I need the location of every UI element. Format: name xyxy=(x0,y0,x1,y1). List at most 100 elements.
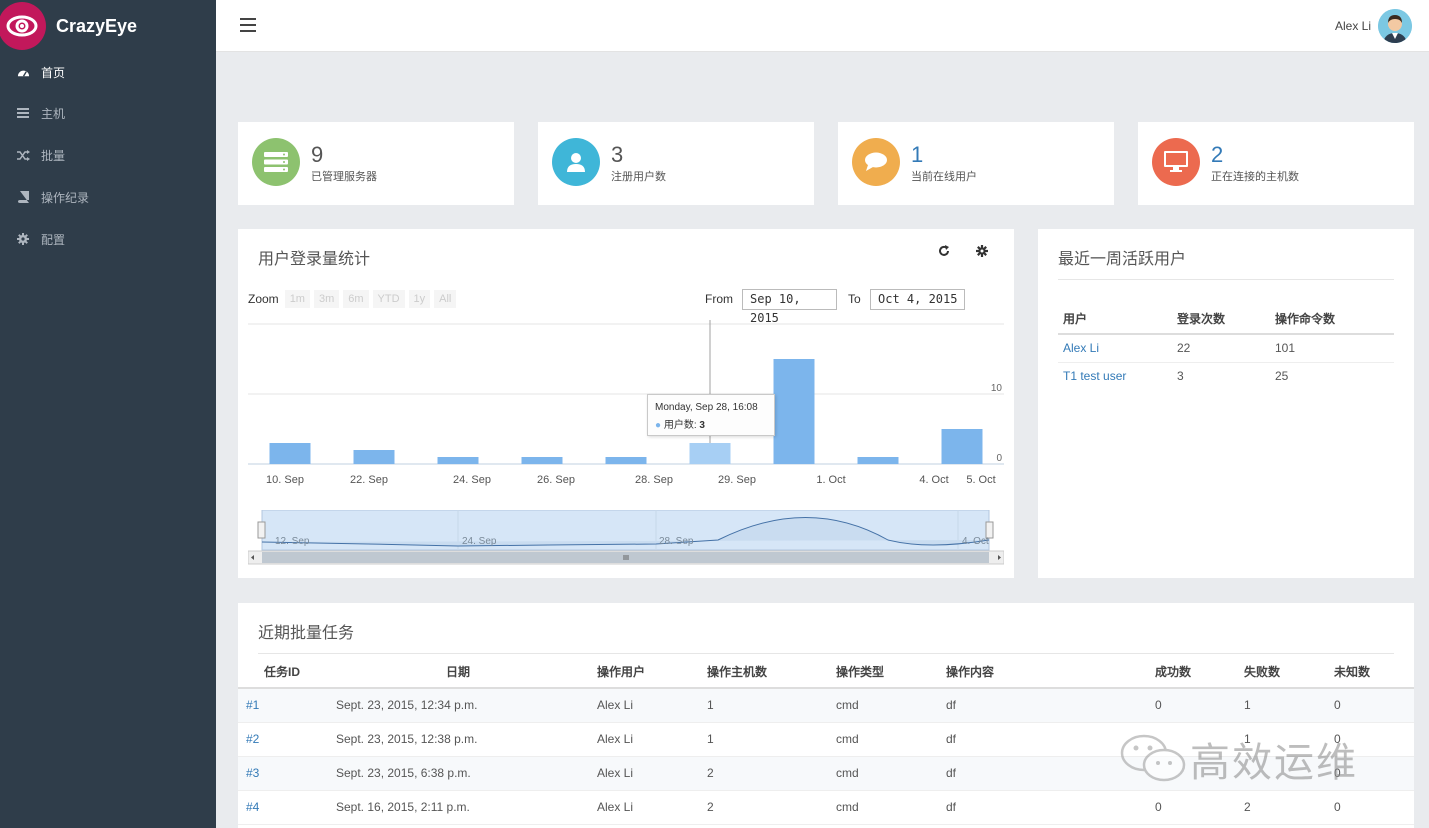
zoom-6m-button[interactable]: 6m xyxy=(343,290,369,308)
sidebar-item-records[interactable]: 操作纪录 xyxy=(0,180,216,214)
task-date: Sept. 16, 2015, 2:11 p.m. xyxy=(336,800,470,814)
login-count: 22 xyxy=(1177,341,1191,356)
x-tick-label: 28. Sep xyxy=(635,474,673,486)
monitor-icon xyxy=(1152,138,1200,186)
stat-card-servers: 9 已管理服务器 xyxy=(238,122,514,205)
stat-value: 2 xyxy=(1211,142,1224,167)
column-header[interactable]: 成功数 xyxy=(1155,655,1244,688)
column-header[interactable]: 未知数 xyxy=(1334,655,1414,688)
column-header[interactable]: 登录次数 xyxy=(1177,304,1275,334)
gear-icon xyxy=(16,232,30,246)
task-type: cmd xyxy=(836,800,859,814)
task-date: Sept. 23, 2015, 6:38 p.m. xyxy=(336,766,471,780)
login-bar-chart[interactable]: 0 10 10. Sep 22. Sep 24. Sep 26. Sep 28. Sep 29… xyxy=(248,320,1006,490)
tooltip-value: 3 xyxy=(699,420,705,431)
task-user: Alex Li xyxy=(597,766,634,780)
bar[interactable] xyxy=(941,429,983,464)
sidebar-item-home[interactable]: 首页 xyxy=(0,55,216,89)
bar[interactable] xyxy=(857,457,899,464)
stat-label: 当前在线用户 xyxy=(911,171,977,183)
settings-gear-icon[interactable] xyxy=(976,245,988,260)
task-hosts: 2 xyxy=(707,766,714,780)
bar[interactable] xyxy=(437,457,479,464)
sidebar-item-label: 配置 xyxy=(41,232,66,247)
watermark-text: 高效运维 xyxy=(1190,740,1358,786)
task-fail: 2 xyxy=(1244,800,1251,814)
task-date: Sept. 23, 2015, 12:34 p.m. xyxy=(336,698,478,713)
refresh-icon[interactable] xyxy=(938,245,950,260)
dashboard-icon xyxy=(16,65,30,79)
bar[interactable] xyxy=(605,457,647,464)
x-tick-label: 5. Oct xyxy=(966,474,995,486)
zoom-ytd-button[interactable]: YTD xyxy=(372,290,405,308)
task-id-link[interactable]: #3 xyxy=(246,766,259,780)
user-icon xyxy=(552,138,600,186)
bar[interactable] xyxy=(689,443,731,464)
sidebar-item-config[interactable]: 配置 xyxy=(0,222,216,256)
to-date-input[interactable]: Oct 4, 2015 xyxy=(870,289,965,310)
zoom-label: Zoom xyxy=(248,292,279,306)
bar[interactable] xyxy=(269,443,311,464)
column-header[interactable]: 日期 xyxy=(336,655,597,688)
task-type: cmd xyxy=(836,766,859,780)
task-success: 0 xyxy=(1155,800,1162,814)
x-tick-label: 29. Sep xyxy=(718,474,756,486)
task-type: cmd xyxy=(836,732,859,746)
column-header[interactable]: 操作内容 xyxy=(946,655,1155,688)
from-date-input[interactable]: Sep 10, 2015 xyxy=(742,289,837,325)
task-id-link[interactable]: #4 xyxy=(246,800,259,814)
avatar[interactable] xyxy=(1378,9,1412,43)
stat-value: 1 xyxy=(911,142,924,167)
column-header[interactable]: 失败数 xyxy=(1244,655,1334,688)
table-row: #1 Sept. 23, 2015, 12:34 p.m. Alex Li 1 cmd d… xyxy=(238,688,1414,722)
task-id-cell: #4 xyxy=(238,790,336,824)
task-id-link[interactable]: #1 xyxy=(246,698,259,712)
x-tick-label: 10. Sep xyxy=(266,474,304,486)
chart-tooltip: Monday, Sep 28, 16:08 ● 用户数: 3 xyxy=(647,394,775,436)
column-header[interactable]: 任务ID xyxy=(238,655,336,688)
column-header[interactable]: 操作命令数 xyxy=(1275,304,1394,334)
x-tick-label: 22. Sep xyxy=(350,474,388,486)
user-link[interactable]: Alex Li xyxy=(1063,341,1099,355)
sidebar-item-hosts[interactable]: 主机 xyxy=(0,96,216,130)
stat-card-connections: 2 正在连接的主机数 xyxy=(1138,122,1414,205)
task-hosts: 2 xyxy=(707,800,714,814)
zoom-all-button[interactable]: All xyxy=(434,290,457,308)
stat-label: 注册用户数 xyxy=(611,171,666,183)
stat-value: 9 xyxy=(311,142,324,167)
table-row: T1 test user 3 25 xyxy=(1058,362,1394,390)
y-tick-label: 10 xyxy=(991,383,1003,394)
task-user: Alex Li xyxy=(597,732,634,746)
task-id-link[interactable]: #2 xyxy=(246,732,259,746)
user-name[interactable]: Alex Li xyxy=(1335,19,1371,33)
zoom-1y-button[interactable]: 1y xyxy=(408,290,431,308)
task-fail: 1 xyxy=(1244,698,1251,713)
task-user: Alex Li xyxy=(597,800,634,814)
x-tick-label: 1. Oct xyxy=(816,474,845,486)
command-count: 101 xyxy=(1275,341,1296,356)
column-header[interactable]: 用户 xyxy=(1058,304,1177,334)
task-hosts: 1 xyxy=(707,698,714,713)
bar[interactable] xyxy=(521,457,563,464)
chat-icon xyxy=(852,138,900,186)
bar[interactable] xyxy=(773,359,815,464)
brand[interactable]: CrazyEye xyxy=(0,0,216,52)
zoom-3m-button[interactable]: 3m xyxy=(313,290,340,308)
x-tick-label: 4. Oct xyxy=(919,474,948,486)
sidebar-item-label: 操作纪录 xyxy=(41,190,90,205)
user-link[interactable]: T1 test user xyxy=(1063,369,1126,383)
column-header[interactable]: 操作用户 xyxy=(597,655,707,688)
zoom-1m-button[interactable]: 1m xyxy=(284,290,310,308)
column-header[interactable]: 操作主机数 xyxy=(707,655,836,688)
stat-card-online: 1 当前在线用户 xyxy=(838,122,1114,205)
task-hosts: 1 xyxy=(707,732,714,746)
chart-navigator[interactable]: 12. Sep 24. Sep 28. Sep 4. Oct xyxy=(247,509,1005,565)
sidebar-item-batch[interactable]: 批量 xyxy=(0,138,216,172)
column-header[interactable]: 操作类型 xyxy=(836,655,946,688)
task-type: cmd xyxy=(836,698,859,713)
bar[interactable] xyxy=(353,450,395,464)
tasks-panel: 近期批量任务 任务ID 日期 操作用户 操作主机数 操作类型 操作内容 成功数 … xyxy=(238,603,1414,828)
menu-toggle-icon[interactable] xyxy=(240,18,256,32)
top-bar: Alex Li xyxy=(216,0,1429,52)
active-users-panel: 最近一周活跃用户 用户 登录次数 操作命令数 Alex Li 22 101 T1… xyxy=(1038,229,1414,578)
